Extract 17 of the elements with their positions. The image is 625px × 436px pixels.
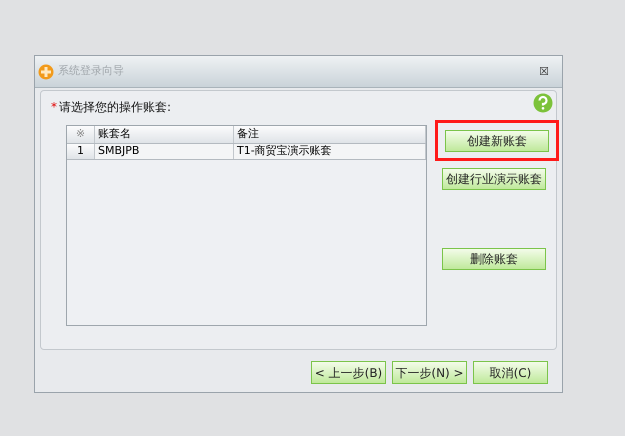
column-header[interactable]: 备注 [234,126,426,143]
column-header[interactable]: 账套名 [95,126,234,143]
nav-button[interactable]: 取消(C) [473,361,548,384]
table-cell: T1-商贸宝演示账套 [234,144,426,159]
app-logo-icon [38,64,54,80]
side-button[interactable]: 删除账套 [442,248,546,270]
nav-button[interactable]: 下一步(N) > [392,361,467,384]
side-button[interactable]: 创建行业演示账套 [442,168,546,190]
window-title: 系统登录向导 [58,63,124,80]
table-cell: SMBJPB [95,144,234,159]
nav-button[interactable]: < 上一步(B) [311,361,386,384]
prompt-label: 请选择您的操作账套: [59,99,172,116]
row-number: 1 [67,144,95,159]
close-button[interactable]: ☒ [539,66,549,77]
side-button[interactable]: 创建新账套 [445,130,549,152]
help-icon[interactable] [533,93,553,113]
required-mark: * [51,99,57,116]
